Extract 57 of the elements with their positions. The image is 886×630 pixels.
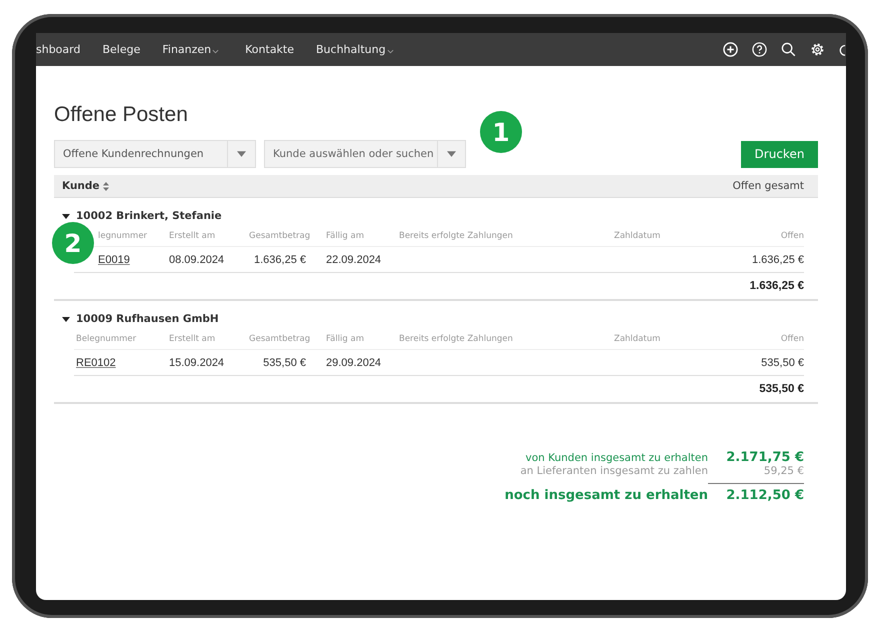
dropdown-field[interactable]: Kunde auswählen oder suchen xyxy=(264,140,466,168)
step-badge: 1 xyxy=(480,111,522,153)
column-header: Erstellt am xyxy=(169,334,216,344)
invoice-link[interactable]: E0019 xyxy=(98,254,130,266)
expand-arrow-icon[interactable] xyxy=(62,316,70,322)
table-cell-text: 15.09.2024 xyxy=(169,356,226,368)
column-header: legnummer xyxy=(98,231,148,241)
table-cell-text: 29.09.2024 xyxy=(326,356,382,368)
table-cell-text: 1.636,25 € xyxy=(253,254,307,266)
sort-icon[interactable] xyxy=(102,182,109,190)
settings-icon[interactable] xyxy=(810,42,825,57)
summary-label: von Kunden insgesamt zu erhalten xyxy=(525,452,708,464)
customer-name: 10009 Rufhausen GmbH xyxy=(76,313,219,325)
table-cell-text: 22.09.2024 xyxy=(326,254,382,266)
summary-label: an Lieferanten insgesamt zu zahlen xyxy=(520,465,708,477)
column-header: Fällig am xyxy=(326,334,365,344)
nav-menu-item[interactable]: Buchhaltung xyxy=(316,43,394,56)
table-cell-text: 535,50 € xyxy=(262,356,307,368)
column-header: Gesamtbetrag xyxy=(249,334,312,344)
invoice-link[interactable]: RE0102 xyxy=(74,356,116,368)
column-header: Gesamtbetrag xyxy=(249,231,312,241)
summary-label: noch insgesamt zu erhalten xyxy=(504,488,708,503)
column-header[interactable]: Kunde xyxy=(62,180,100,192)
nav-menu-item[interactable]: Belege xyxy=(102,43,140,56)
power-icon[interactable] xyxy=(839,42,846,57)
add-icon[interactable] xyxy=(723,42,738,57)
nav-menu-item[interactable]: Finanzen xyxy=(162,43,220,56)
customer-name: 10002 Brinkert, Stefanie xyxy=(76,210,222,222)
column-header: Erstellt am xyxy=(169,231,216,241)
column-header: Offen xyxy=(780,334,804,344)
table-cell-text: 1.636,25 € xyxy=(751,254,804,266)
table-cell-text: 535,50 € xyxy=(760,356,804,368)
summary-value: 2.171,75 € xyxy=(725,450,804,465)
nav-menu-item[interactable]: Kontakte xyxy=(245,43,294,56)
dropdown-arrow-icon xyxy=(447,151,456,157)
dropdown-field[interactable]: Offene Kundenrechnungen xyxy=(54,140,256,168)
summary-value: 2.112,50 € xyxy=(725,488,804,503)
search-icon[interactable] xyxy=(781,42,796,57)
column-header: Bereits erfolgte Zahlungen xyxy=(399,334,514,344)
column-header: Belegnummer xyxy=(75,334,138,344)
step-badge: 2 xyxy=(52,222,94,264)
column-header: Zahldatum xyxy=(614,334,662,344)
column-header: Zahldatum xyxy=(614,231,662,241)
summary-value: 59,25 € xyxy=(762,465,804,477)
expand-arrow-icon[interactable] xyxy=(62,214,70,218)
nav-menu-item[interactable]: shboard xyxy=(36,43,80,56)
print-button[interactable]: Drucken xyxy=(741,140,818,168)
help-icon[interactable] xyxy=(752,42,767,57)
column-header: Bereits erfolgte Zahlungen xyxy=(399,231,514,241)
column-header: Offen gesamt xyxy=(732,180,804,192)
dropdown-arrow-icon xyxy=(237,151,246,157)
column-header: Offen xyxy=(780,231,804,241)
table-cell-text: 08.09.2024 xyxy=(169,254,226,266)
group-total: 1.636,25 € xyxy=(750,280,804,292)
column-header: Fällig am xyxy=(326,231,365,241)
page-title: Offene Posten xyxy=(54,103,188,127)
group-total: 535,50 € xyxy=(759,382,804,394)
